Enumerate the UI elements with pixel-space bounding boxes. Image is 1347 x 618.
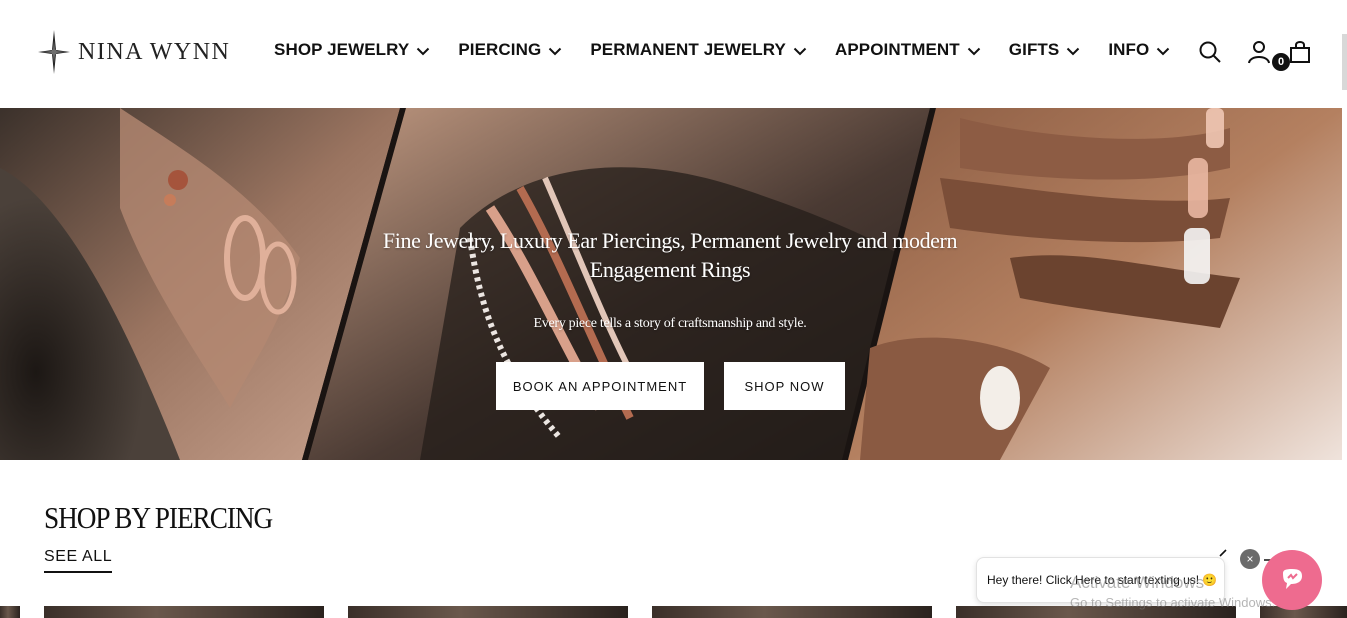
chat-prompt-bubble[interactable]: Hey there! Click Here to start texting u… [976, 557, 1225, 603]
see-all-link[interactable]: SEE ALL [44, 548, 113, 573]
piercing-card[interactable] [348, 606, 628, 618]
chat-launcher-button[interactable] [1262, 550, 1322, 610]
prev-arrow-icon[interactable] [1219, 549, 1227, 557]
piercing-card[interactable] [956, 606, 1236, 618]
nav-appointment[interactable]: APPOINTMENT [835, 40, 981, 60]
nav-label: INFO [1108, 40, 1150, 59]
nav-piercing[interactable]: PIERCING [458, 40, 562, 60]
chat-close-button[interactable]: × [1240, 549, 1260, 569]
piercing-card[interactable] [1260, 606, 1347, 618]
piercing-cards-row [0, 606, 1347, 618]
chat-message-icon [1283, 569, 1302, 589]
edge-scroll-handle[interactable] [1342, 34, 1347, 90]
chevron-down-icon [793, 47, 807, 55]
shop-now-button[interactable]: SHOP NOW [724, 362, 845, 410]
cart-button[interactable]: 0 [1272, 40, 1312, 71]
nav-permanent-jewelry[interactable]: PERMANENT JEWELRY [590, 40, 807, 60]
chat-prompt-text: Hey there! Click Here to start texting u… [987, 573, 1218, 587]
piercing-card[interactable] [652, 606, 932, 618]
piercing-card[interactable] [44, 606, 324, 618]
chevron-down-icon [967, 47, 981, 55]
section-title: SHOP BY PIERCING [44, 500, 273, 535]
nav-info[interactable]: INFO [1108, 40, 1170, 60]
chevron-down-icon [1067, 47, 1080, 55]
nav-label: APPOINTMENT [834, 40, 960, 59]
nav-label: SHOP JEWELRY [274, 40, 410, 59]
chevron-down-icon [417, 47, 430, 55]
nav-label: PERMANENT JEWELRY [590, 40, 786, 59]
nav-label: GIFTS [1008, 40, 1060, 59]
hero-banner: Fine Jewelry, Luxury Ear Piercings, Perm… [0, 108, 1342, 460]
brand-name: NINA WYNN [78, 38, 231, 65]
nav-gifts[interactable]: GIFTS [1009, 40, 1081, 60]
chevron-down-icon [1157, 47, 1170, 55]
hero-title: Fine Jewelry, Luxury Ear Piercings, Perm… [382, 228, 958, 282]
nav-label: PIERCING [458, 40, 542, 59]
header-icons: 0 [1198, 40, 1312, 71]
shopping-bag-icon [1290, 41, 1310, 63]
hero-subtitle: Every piece tells a story of craftsmansh… [533, 316, 807, 331]
piercing-card[interactable] [0, 606, 20, 618]
account-icon [1248, 41, 1270, 64]
main-nav: SHOP JEWELRY PIERCING PERMANENT JEWELRY … [274, 40, 1170, 60]
account-button[interactable] [1247, 40, 1271, 64]
search-icon [1199, 41, 1221, 63]
site-header: NINA WYNN SHOP JEWELRY PIERCING PERMANEN… [0, 0, 1347, 108]
cart-count-badge: 0 [1272, 53, 1290, 71]
compass-star-icon [38, 30, 70, 74]
chevron-down-icon [549, 47, 562, 55]
nav-shop-jewelry[interactable]: SHOP JEWELRY [274, 40, 430, 60]
book-appointment-button[interactable]: BOOK AN APPOINTMENT [496, 362, 704, 410]
brand-logo[interactable]: NINA WYNN [36, 28, 230, 76]
search-button[interactable] [1198, 40, 1222, 64]
